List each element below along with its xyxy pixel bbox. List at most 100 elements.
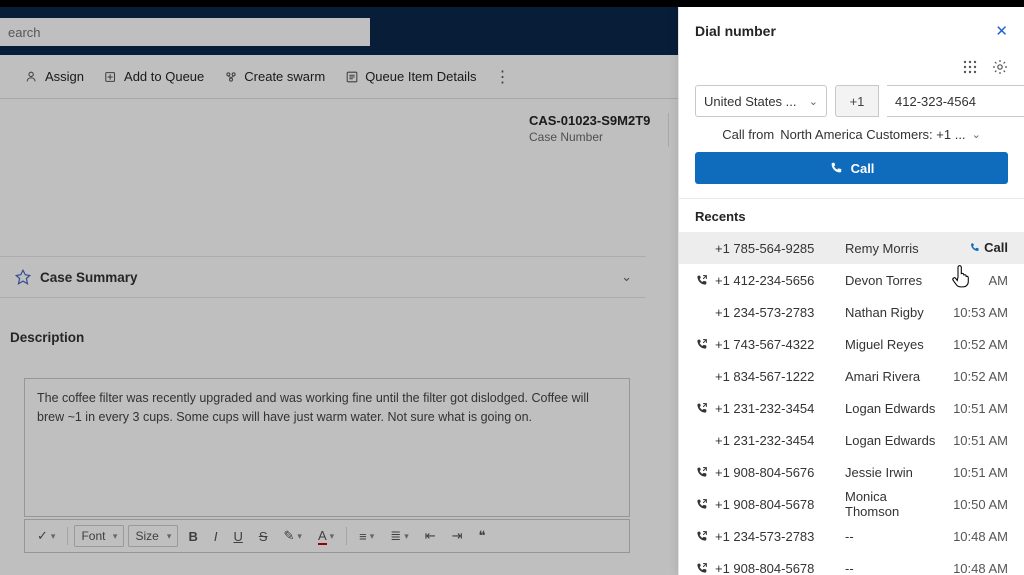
dial-title: Dial number [695,23,776,39]
italic-button[interactable]: I [208,526,224,547]
add-to-queue-button[interactable]: Add to Queue [94,55,214,98]
details-icon [345,70,359,84]
recent-time: 10:51 AM [944,433,1008,448]
recent-name: Remy Morris [845,241,944,256]
toolbar-separator [346,527,347,545]
divider [679,198,1024,199]
recent-row[interactable]: +1 908-804-5678Monica Thomson10:50 AM [679,488,1024,520]
recent-row[interactable]: +1 231-232-3454Logan Edwards10:51 AM [679,424,1024,456]
bold-button[interactable]: B [182,526,203,547]
recent-number: +1 412-234-5656 [715,273,845,288]
chevron-down-icon: ⌄ [972,128,981,141]
queue-item-details-button[interactable]: Queue Item Details [335,55,486,98]
underline-button[interactable]: U [227,526,248,547]
country-select[interactable]: United States ... ⌄ [695,85,827,117]
recent-name: -- [845,529,944,544]
outdent-button[interactable]: ⇤ [419,525,442,547]
swarm-icon [224,70,238,84]
outgoing-call-icon [695,466,715,479]
recent-row[interactable]: +1 412-234-5656Devon TorresAM [679,264,1024,296]
recent-row[interactable]: +1 231-232-3454Logan Edwards10:51 AM [679,392,1024,424]
recent-row[interactable]: +1 834-567-1222Amari Rivera10:52 AM [679,360,1024,392]
bullet-list-button[interactable]: ≡▾ [353,526,380,547]
recent-row[interactable]: +1 908-804-5678--10:48 AM [679,552,1024,575]
recent-call-action: Call [944,240,1008,256]
dialpad-icon[interactable] [962,59,978,75]
recent-number: +1 908-804-5678 [715,497,845,512]
recent-number: +1 743-567-4322 [715,337,845,352]
assign-button[interactable]: Assign [15,55,94,98]
recent-name: Jessie Irwin [845,465,944,480]
toolbar-separator [67,527,68,545]
description-label: Description [10,330,84,345]
recent-number: +1 234-573-2783 [715,305,845,320]
case-summary-title: Case Summary [40,270,138,285]
assign-label: Assign [45,69,84,84]
chevron-down-icon: ⌄ [621,269,632,285]
phone-number-input[interactable] [887,85,1024,117]
outgoing-call-icon [695,562,715,575]
number-list-button[interactable]: ≣▾ [384,525,414,547]
recent-number: +1 834-567-1222 [715,369,845,384]
call-from-select[interactable]: Call from North America Customers: +1 ..… [679,117,1024,152]
recent-row[interactable]: +1 234-573-2783Nathan Rigby10:53 AM [679,296,1024,328]
call-button[interactable]: Call [695,152,1008,184]
description-editor[interactable]: The coffee filter was recently upgraded … [24,378,630,517]
recent-row[interactable]: +1 908-804-5676Jessie Irwin10:51 AM [679,456,1024,488]
recent-time: 10:53 AM [944,305,1008,320]
dial-header: Dial number ✕ [679,7,1024,55]
recent-time: 10:52 AM [944,369,1008,384]
phone-icon [829,161,843,175]
recent-time: 10:52 AM [944,337,1008,352]
font-color-button[interactable]: A▾ [312,525,340,548]
queue-item-details-label: Queue Item Details [365,69,476,84]
outgoing-call-icon [695,338,715,351]
chevron-down-icon: ⌄ [809,95,818,108]
recent-row[interactable]: +1 743-567-4322Miguel Reyes10:52 AM [679,328,1024,360]
search-input[interactable] [0,18,370,46]
size-picker[interactable]: Size▾ [128,525,178,547]
person-icon [25,70,39,84]
recent-time: 10:48 AM [944,529,1008,544]
recents-title: Recents [679,209,1024,232]
country-value: United States ... [704,94,797,109]
paragraph-menu[interactable]: ✓▾ [31,525,61,547]
case-number-value: CAS-01023-S9M2T9 [529,113,650,130]
recents-list: +1 785-564-9285Remy MorrisCall+1 412-234… [679,232,1024,575]
highlight-button[interactable]: ✎▾ [278,525,308,547]
quote-button[interactable]: ❝ [473,525,492,547]
divider [668,113,669,147]
recent-time: 10:48 AM [944,561,1008,575]
recent-name: Logan Edwards [845,401,944,416]
overflow-menu[interactable]: ⋮ [486,67,518,87]
recent-name: Nathan Rigby [845,305,944,320]
font-picker[interactable]: Font▾ [74,525,124,547]
call-from-label: Call from [722,127,774,142]
case-summary-accordion[interactable]: Case Summary ⌄ [0,256,646,298]
recent-name: Logan Edwards [845,433,944,448]
outgoing-call-icon [695,498,715,511]
recent-name: Devon Torres [845,273,944,288]
gear-icon[interactable] [992,59,1008,75]
recent-name: Miguel Reyes [845,337,944,352]
call-button-label: Call [851,161,875,176]
recent-name: Amari Rivera [845,369,944,384]
dial-panel: Dial number ✕ United States ... ⌄ +1 Cal… [678,7,1024,575]
queue-add-icon [104,70,118,84]
create-swarm-button[interactable]: Create swarm [214,55,335,98]
indent-button[interactable]: ⇥ [446,525,469,547]
close-icon[interactable]: ✕ [995,22,1008,40]
recent-row[interactable]: +1 785-564-9285Remy MorrisCall [679,232,1024,264]
call-from-value: North America Customers: +1 ... [780,127,965,142]
recent-row[interactable]: +1 234-573-2783--10:48 AM [679,520,1024,552]
recent-time: 10:51 AM [944,401,1008,416]
recent-name: -- [845,561,944,575]
case-number-block: CAS-01023-S9M2T9 Case Number [529,113,650,147]
strike-button[interactable]: S [253,526,274,547]
case-number-label: Case Number [529,130,650,146]
outgoing-call-icon [695,274,715,287]
recent-time: AM [944,273,1008,288]
outgoing-call-icon [695,530,715,543]
recent-number: +1 231-232-3454 [715,433,845,448]
recent-number: +1 785-564-9285 [715,241,845,256]
